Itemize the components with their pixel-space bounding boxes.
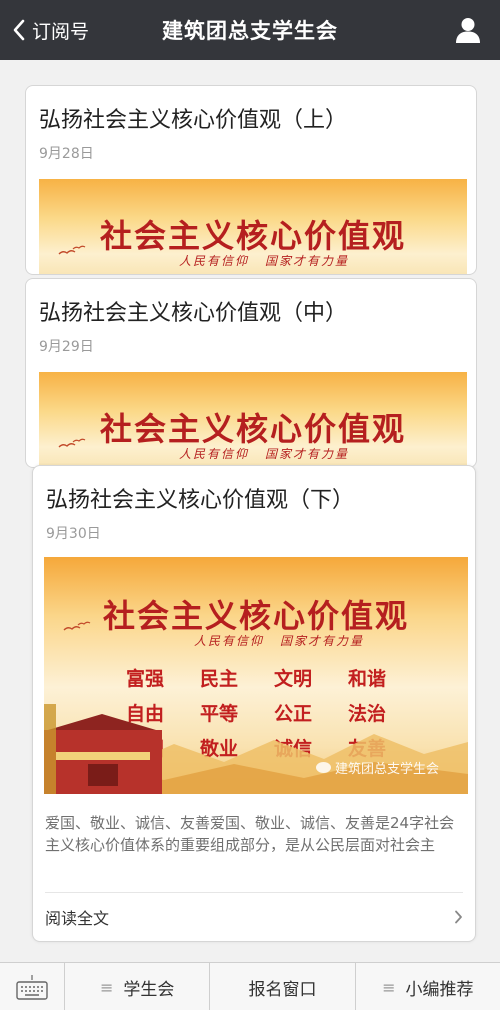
watermark: 建筑团总支学生会 (316, 758, 439, 777)
bottom-menu-bar: ≡ 学生会 报名窗口 ≡ 小编推荐 (0, 962, 500, 1010)
read-more-label: 阅读全文 (45, 909, 110, 928)
menu-tab-signup[interactable]: 报名窗口 (210, 963, 356, 1010)
article-cover-image: 社会主义核心价值观 人民有信仰 国家才有力量 (39, 179, 467, 274)
core-value: 和谐 (347, 668, 386, 690)
menu-tab-label: 学生会 (123, 979, 175, 1000)
menu-icon: ≡ (382, 977, 396, 997)
core-value: 富强 (125, 668, 164, 690)
menu-tab-label: 小编推荐 (405, 979, 474, 1000)
article-card[interactable]: 弘扬社会主义核心价值观（上） 9月28日 社会主义核心价值观 人民有信仰 国家才有… (25, 85, 477, 275)
cover-slogan: 社会主义核心价值观 (99, 217, 406, 255)
watermark-text: 建筑团总支学生会 (335, 762, 440, 777)
article-card-expanded[interactable]: 弘扬社会主义核心价值观（下） 9月30日 社会主义核心价值观 人民有信仰 国家才有… (32, 465, 476, 942)
keyboard-toggle-button[interactable] (0, 963, 65, 1010)
menu-tab-editor-picks[interactable]: ≡ 小编推荐 (356, 963, 500, 1010)
article-excerpt: 爱国、敬业、诚信、友善爱国、敬业、诚信、友善是24字社会主义核心价值体系的重要组… (45, 814, 455, 854)
article-cover-image: 社会主义核心价值观 人民有信仰 国家才有力量 富强 民主 文明 和谐 自由 平等 … (44, 557, 468, 794)
menu-tab-student-union[interactable]: ≡ 学生会 (65, 963, 211, 1010)
core-value: 文明 (273, 668, 312, 690)
menu-tab-label: 报名窗口 (248, 979, 317, 1000)
article-card[interactable]: 弘扬社会主义核心价值观（中） 9月29日 社会主义核心价值观 人民有信仰 国家才有… (25, 278, 477, 468)
cover-slogan: 社会主义核心价值观 (99, 410, 406, 448)
read-more-link[interactable]: 阅读全文 (45, 893, 463, 941)
article-date: 9月30日 (46, 526, 101, 542)
page-title: 建筑团总支学生会 (162, 19, 338, 43)
cover-subtitle: 人民有信仰 国家才有力量 (179, 252, 365, 269)
cover-subtitle-part: 国家才有力量 (265, 254, 350, 268)
article-title: 弘扬社会主义核心价值观（上） (39, 108, 348, 133)
cover-subtitle: 人民有信仰 国家才有力量 (194, 632, 380, 649)
article-title: 弘扬社会主义核心价值观（下） (46, 488, 355, 513)
cover-subtitle-part: 国家才有力量 (280, 634, 365, 648)
article-cover-image: 社会主义核心价值观 人民有信仰 国家才有力量 (39, 372, 467, 467)
cover-subtitle-part: 国家才有力量 (265, 447, 350, 461)
keyboard-icon (16, 975, 48, 1000)
article-date: 9月28日 (39, 146, 94, 162)
cover-slogan: 社会主义核心价值观 (102, 597, 409, 635)
cover-subtitle: 人民有信仰 国家才有力量 (179, 445, 365, 462)
menu-icon: ≡ (99, 977, 114, 997)
wechat-icon (316, 762, 331, 773)
cover-subtitle-part: 人民有信仰 (194, 634, 265, 648)
core-value: 民主 (199, 668, 238, 690)
article-date: 9月29日 (39, 339, 94, 355)
landscape-illustration (44, 704, 468, 794)
chevron-right-icon (455, 910, 462, 924)
article-title: 弘扬社会主义核心价值观（中） (39, 301, 348, 326)
cover-subtitle-part: 人民有信仰 (179, 254, 250, 268)
nav-bar: 订阅号 建筑团总支学生会 (0, 0, 500, 60)
cover-subtitle-part: 人民有信仰 (179, 447, 250, 461)
person-icon[interactable] (454, 16, 482, 44)
